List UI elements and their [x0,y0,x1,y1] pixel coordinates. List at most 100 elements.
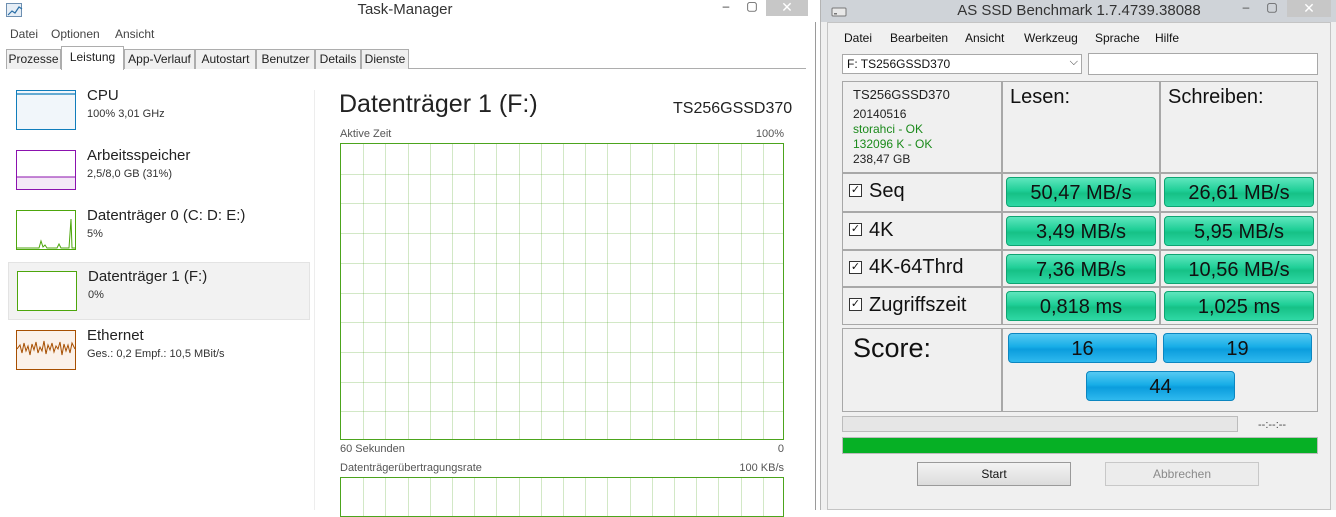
score-values-cell: 16 19 44 [1002,328,1318,412]
tab-dienste[interactable]: Dienste [361,49,409,69]
sidebar-item-label: CPU [87,87,119,104]
score-total: 44 [1086,371,1235,401]
menu-datei[interactable]: Datei [10,27,38,41]
menu-hilfe[interactable]: Hilfe [1155,31,1179,45]
as-ssd-titlebar[interactable]: AS SSD Benchmark 1.7.4739.38088 ‒ ▢ ✕ [821,0,1336,22]
access-time-checkbox[interactable]: ✓ [849,298,862,311]
row-label: 4K [869,219,894,241]
4k-read-cell: 3,49 MB/s [1002,212,1160,250]
tab-app-verlauf[interactable]: App-Verlauf [124,49,195,69]
chevron-down-icon: ⌵ [1069,56,1078,68]
transfer-rate-max: 100 KB/s [739,462,784,474]
drive-info-box: TS256GSSD370 20140516 storahci - OK 1320… [842,81,1002,173]
sidebar-item-label: Datenträger 0 (C: D: E:) [87,207,246,224]
menu-datei[interactable]: Datei [844,31,872,45]
drive-alignment-status: 132096 K - OK [853,137,933,151]
tab-leistung[interactable]: Leistung [61,46,124,70]
4k-write-result: 5,95 MB/s [1164,216,1314,246]
tab-prozesse[interactable]: Prozesse [6,49,61,69]
menu-bearbeiten[interactable]: Bearbeiten [890,31,948,45]
start-button[interactable]: Start [917,462,1071,486]
menu-optionen[interactable]: Optionen [51,27,100,41]
4k64-checkbox[interactable]: ✓ [849,261,862,274]
elapsed-time: --:--:-- [1258,419,1287,431]
transfer-rate-label: Datenträgerübertragungsrate [340,462,482,474]
sidebar-item-datentraeger-0[interactable]: Datenträger 0 (C: D: E:) 5% [8,202,310,260]
task-manager-tabs: Prozesse Leistung App-Verlauf Autostart … [6,46,806,70]
sidebar-item-label: Datenträger 1 (F:) [88,268,208,285]
menu-ansicht[interactable]: Ansicht [965,31,1004,45]
task-progress-bar [842,416,1238,432]
maximize-button[interactable]: ▢ [742,0,762,16]
disk1-mini-graph [17,271,77,311]
sidebar-item-ethernet[interactable]: Ethernet Ges.: 0,2 Empf.: 10,5 MBit/s [8,322,310,380]
total-progress-fill [843,438,1317,453]
time-span-min: 0 [777,443,784,455]
row-access-label-cell: ✓ Zugriffszeit [842,287,1002,325]
access-write-cell: 1,025 ms [1160,287,1318,325]
seq-read-result: 50,47 MB/s [1006,177,1156,207]
ethernet-mini-graph [16,330,76,370]
sidebar-divider [314,90,315,510]
drive-driver-status: storahci - OK [853,122,924,136]
read-header: Lesen: [1010,86,1071,108]
menu-ansicht[interactable]: Ansicht [115,27,154,41]
4k64-write-cell: 10,56 MB/s [1160,250,1318,287]
seq-checkbox[interactable]: ✓ [849,184,862,197]
4k64-read-cell: 7,36 MB/s [1002,250,1160,287]
tab-details[interactable]: Details [315,49,361,69]
score-label-cell: Score: [842,328,1002,412]
row-label: Seq [869,180,905,202]
4k64-write-result: 10,56 MB/s [1164,254,1314,284]
time-span-label: 60 Sekunden [340,443,405,455]
seq-write-result: 26,61 MB/s [1164,177,1314,207]
write-header: Schreiben: [1168,86,1264,108]
active-time-label: Aktive Zeit [340,128,392,140]
score-write: 19 [1163,333,1312,363]
sidebar-item-label: Arbeitsspeicher [87,147,191,164]
as-ssd-title: AS SSD Benchmark 1.7.4739.38088 [957,2,1201,19]
page-title: Datenträger 1 (F:) [339,90,538,118]
task-manager-title: Task-Manager [357,1,453,18]
task-manager-titlebar[interactable]: Task-Manager ‒ ▢ ✕ [0,0,816,22]
drive-size: 238,47 GB [853,152,911,166]
sidebar-item-arbeitsspeicher[interactable]: Arbeitsspeicher 2,5/8,0 GB (31%) [8,142,310,200]
disk0-mini-graph [16,210,76,250]
total-progress-bar [842,437,1318,454]
transfer-rate-graph [340,477,784,517]
access-read-result: 0,818 ms [1006,291,1156,321]
maximize-button[interactable]: ▢ [1261,0,1283,17]
minimize-button[interactable]: ‒ [716,0,736,16]
task-manager-window: Task-Manager ‒ ▢ ✕ Datei Optionen Ansich… [0,0,816,517]
active-time-graph [340,143,784,440]
close-button[interactable]: ✕ [1287,0,1331,17]
sidebar-item-cpu[interactable]: CPU 100% 3,01 GHz [8,82,310,140]
sidebar-item-value: 2,5/8,0 GB (31%) [87,168,172,180]
sidebar-item-datentraeger-1[interactable]: Datenträger 1 (F:) 0% [8,262,310,320]
row-label: 4K-64Thrd [869,256,964,278]
drive-select[interactable]: F: TS256GSSD370 ⌵ [842,54,1082,74]
row-4k64-label-cell: ✓ 4K-64Thrd [842,250,1002,287]
minimize-button[interactable]: ‒ [1235,0,1257,17]
score-label: Score: [853,333,932,363]
row-4k-label-cell: ✓ 4K [842,212,1002,250]
as-ssd-body: Datei Bearbeiten Ansicht Werkzeug Sprach… [827,22,1331,510]
drive-select-value: F: TS256GSSD370 [847,57,951,71]
score-read: 16 [1008,333,1157,363]
tab-benutzer[interactable]: Benutzer [256,49,315,69]
seq-write-cell: 26,61 MB/s [1160,173,1318,212]
menu-werkzeug[interactable]: Werkzeug [1024,31,1078,45]
access-write-result: 1,025 ms [1164,291,1314,321]
sidebar-item-value: 0% [88,289,104,301]
4k-checkbox[interactable]: ✓ [849,223,862,236]
memory-mini-graph [16,150,76,190]
tab-autostart[interactable]: Autostart [195,49,256,69]
comment-input[interactable] [1088,53,1318,75]
abort-button[interactable]: Abbrechen [1105,462,1259,486]
seq-read-cell: 50,47 MB/s [1002,173,1160,212]
4k-write-cell: 5,95 MB/s [1160,212,1318,250]
close-button[interactable]: ✕ [766,0,808,16]
menu-sprache[interactable]: Sprache [1095,31,1140,45]
row-seq-label-cell: ✓ Seq [842,173,1002,212]
access-read-cell: 0,818 ms [1002,287,1160,325]
